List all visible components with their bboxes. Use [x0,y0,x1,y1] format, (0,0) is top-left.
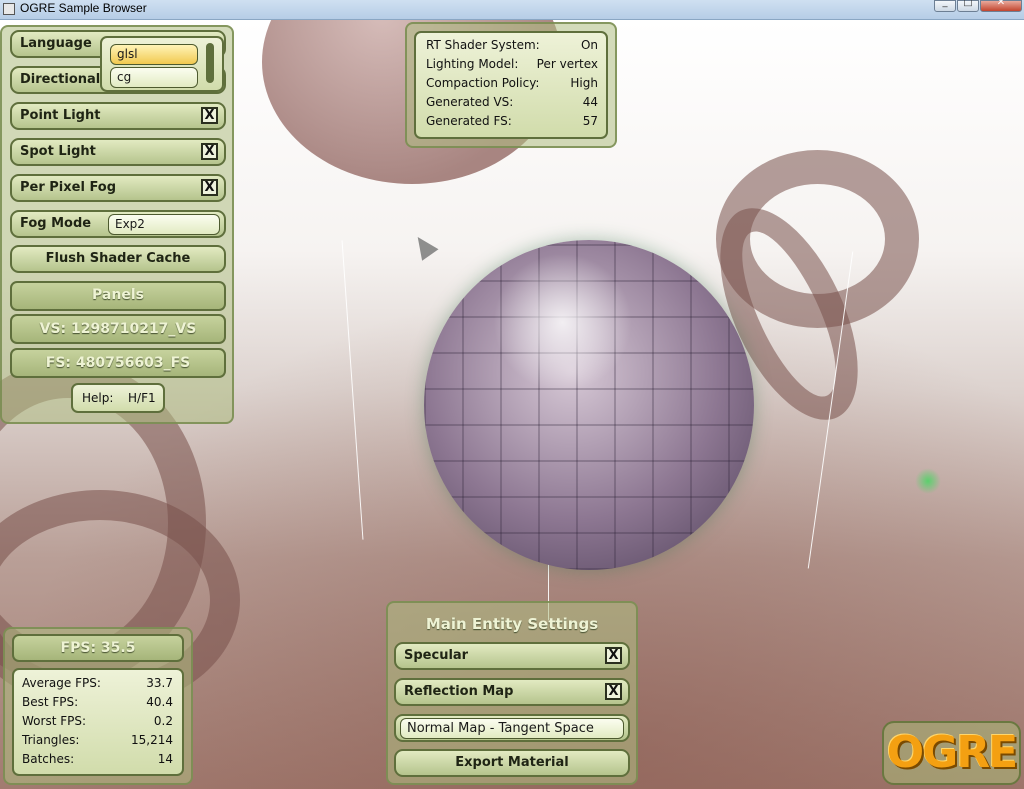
specular-toggle[interactable]: Specular X [394,642,630,670]
ogre-logo-text: OGRE [886,727,1018,778]
stat-label: Best FPS: [22,695,79,709]
fog-mode-label: Fog Mode [20,216,92,231]
minimize-button[interactable]: _ [934,0,956,12]
help-label: Help: [82,391,114,405]
panels-heading: Panels [92,287,144,303]
shader-stat-row: RT Shader System: On [426,38,598,52]
fps-stat-row: Triangles: 15,214 [22,733,173,747]
reflection-map-checkbox[interactable]: X [605,683,622,700]
stat-label: Batches: [22,752,75,766]
stat-value: 14 [157,752,173,766]
dropdown-scrollbar[interactable] [206,43,214,83]
stat-value: 15,214 [131,733,173,747]
maximize-button[interactable]: □ [957,0,979,12]
directional-label: Directional [20,72,101,87]
normal-map-selector[interactable]: Normal Map - Tangent Space [400,718,624,739]
point-light-label: Point Light [20,108,101,123]
per-pixel-fog-label: Per Pixel Fog [20,180,117,195]
stat-label: Worst FPS: [22,714,87,728]
help-value: H/F1 [128,391,156,405]
per-pixel-fog-checkbox[interactable]: X [201,179,218,196]
light-glow [915,468,941,494]
minimize-icon: _ [942,0,948,8]
fps-stat-row: Best FPS: 40.4 [22,695,173,709]
reflection-map-label: Reflection Map [404,684,514,699]
export-material-button[interactable]: Export Material [394,749,630,777]
point-light-toggle[interactable]: Point Light X [10,102,226,130]
stat-label: Generated VS: [426,95,514,109]
mouse-cursor-icon [409,231,439,261]
stat-value: 0.2 [153,714,173,728]
close-icon: ✕ [996,0,1006,8]
shader-stat-row: Generated FS: 57 [426,114,598,128]
fps-heading: FPS: 35.5 [60,640,136,656]
entity-settings-heading: Main Entity Settings [425,615,599,633]
window-title: OGRE Sample Browser [20,1,147,15]
spot-light-toggle[interactable]: Spot Light X [10,138,226,166]
fps-stat-row: Worst FPS: 0.2 [22,714,173,728]
app-icon [3,3,15,15]
main-entity-sphere [424,240,754,570]
stat-label: RT Shader System: [426,38,540,52]
specular-label: Specular [404,648,469,663]
spot-light-label: Spot Light [20,144,96,159]
fps-stat-row: Average FPS: 33.7 [22,676,173,690]
stat-label: Average FPS: [22,676,101,690]
maximize-icon: □ [963,0,973,8]
stat-label: Compaction Policy: [426,76,540,90]
stat-value: High [570,76,598,90]
stat-value: 44 [582,95,598,109]
close-button[interactable]: ✕ [980,0,1022,12]
language-label: Language [20,36,92,51]
fog-mode-value[interactable]: Exp2 [108,214,220,235]
shader-stat-row: Generated VS: 44 [426,95,598,109]
window-title-bar: OGRE Sample Browser _ □ ✕ [0,0,1024,20]
stat-value: 40.4 [146,695,173,709]
ogre-logo: OGRE [882,721,1021,785]
stat-value: On [580,38,598,52]
stat-label: Generated FS: [426,114,512,128]
shader-stat-row: Compaction Policy: High [426,76,598,90]
point-light-checkbox[interactable]: X [201,107,218,124]
vs-label: VS: 1298710217_VS [39,321,197,337]
shader-stat-row: Lighting Model: Per vertex [426,57,598,71]
stat-value: 57 [582,114,598,128]
fs-label: FS: 480756603_FS [45,355,191,371]
stat-label: Triangles: [22,733,80,747]
flush-shader-cache-button[interactable]: Flush Shader Cache [10,245,226,273]
language-option-glsl[interactable]: glsl [110,44,198,65]
reflection-map-toggle[interactable]: Reflection Map X [394,678,630,706]
specular-checkbox[interactable]: X [605,647,622,664]
spot-light-checkbox[interactable]: X [201,143,218,160]
stat-value: 33.7 [146,676,173,690]
stat-value: Per vertex [536,57,598,71]
language-option-cg[interactable]: cg [110,67,198,88]
fps-stat-row: Batches: 14 [22,752,173,766]
stat-label: Lighting Model: [426,57,519,71]
per-pixel-fog-toggle[interactable]: Per Pixel Fog X [10,174,226,202]
